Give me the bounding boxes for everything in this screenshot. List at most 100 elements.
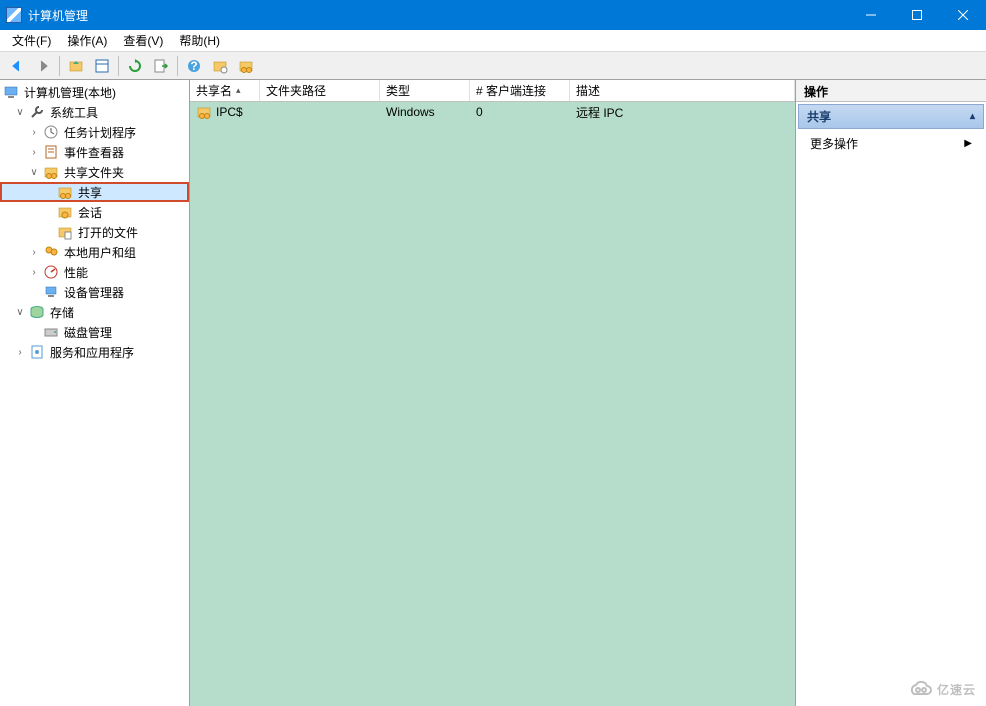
actions-category[interactable]: 共享 ▴ [798,104,984,129]
column-label: 共享名 [196,82,232,99]
collapse-icon[interactable]: ∨ [14,307,26,318]
tree-label: 性能 [62,264,90,281]
cell-name: IPC$ [216,105,243,119]
tree-label: 任务计划程序 [62,124,138,141]
list-header: 共享名 ▴ 文件夹路径 类型 # 客户端连接 描述 [190,80,795,102]
tree-label: 存储 [48,304,76,321]
tree-performance[interactable]: › 性能 [0,262,189,282]
list-body[interactable]: IPC$ Windows 0 远程 IPC [190,102,795,706]
svg-text:?: ? [190,59,197,73]
share-folder-icon [196,104,212,120]
users-icon [43,244,59,260]
column-folder-path[interactable]: 文件夹路径 [260,80,380,101]
tree-device-manager[interactable]: 设备管理器 [0,282,189,302]
submenu-arrow-icon: ▶ [964,138,972,149]
tree-label: 系统工具 [48,104,100,121]
cell-clients: 0 [476,105,483,119]
actions-more-label: 更多操作 [810,135,858,152]
help-button[interactable]: ? [182,54,206,78]
refresh-button[interactable] [123,54,147,78]
collapse-icon[interactable]: ∨ [28,167,40,178]
watermark: 亿速云 [907,680,976,698]
toolbar-separator [177,56,178,76]
collapse-icon[interactable]: ∨ [14,107,26,118]
window-title: 计算机管理 [28,7,848,24]
storage-icon [29,304,45,320]
tools-icon [29,104,45,120]
back-button[interactable] [5,54,29,78]
list-panel: 共享名 ▴ 文件夹路径 类型 # 客户端连接 描述 IPC$ Windows 0 … [190,80,796,706]
toolbar: ? [0,52,986,80]
tree-label: 打开的文件 [76,224,140,241]
properties-button[interactable] [90,54,114,78]
column-client-connections[interactable]: # 客户端连接 [470,80,570,101]
tree-label: 共享文件夹 [62,164,126,181]
tree-storage[interactable]: ∨ 存储 [0,302,189,322]
tree-label: 共享 [76,184,104,201]
computer-icon [3,84,19,100]
collapse-icon: ▴ [970,111,975,122]
disk-icon [43,324,59,340]
sessions-icon [57,204,73,220]
app-icon [6,7,22,23]
column-type[interactable]: 类型 [380,80,470,101]
actions-panel: 操作 共享 ▴ 更多操作 ▶ [796,80,986,706]
menu-file[interactable]: 文件(F) [4,30,59,51]
new-share-button[interactable] [208,54,232,78]
forward-button[interactable] [31,54,55,78]
menubar: 文件(F) 操作(A) 查看(V) 帮助(H) [0,30,986,52]
tree-open-files[interactable]: 打开的文件 [0,222,189,242]
toolbar-separator [59,56,60,76]
tree-label: 会话 [76,204,104,221]
column-description[interactable]: 描述 [570,80,795,101]
column-share-name[interactable]: 共享名 ▴ [190,80,260,101]
tree-task-scheduler[interactable]: › 任务计划程序 [0,122,189,142]
column-label: # 客户端连接 [476,82,546,99]
tree-shared-folders[interactable]: ∨ 共享文件夹 [0,162,189,182]
tree-label: 设备管理器 [62,284,126,301]
shares-icon-button[interactable] [234,54,258,78]
table-row[interactable]: IPC$ Windows 0 远程 IPC [190,102,795,122]
tree-root[interactable]: 计算机管理(本地) [0,82,189,102]
tree-label: 事件查看器 [62,144,126,161]
maximize-button[interactable] [894,0,940,30]
cell-type: Windows [386,105,435,119]
expand-icon[interactable]: › [14,347,26,358]
expand-icon[interactable]: › [28,247,40,258]
menu-action[interactable]: 操作(A) [59,30,115,51]
watermark-text: 亿速云 [937,681,976,698]
export-button[interactable] [149,54,173,78]
expand-icon[interactable]: › [28,147,40,158]
device-icon [43,284,59,300]
tree-local-users[interactable]: › 本地用户和组 [0,242,189,262]
column-label: 类型 [386,82,410,99]
cloud-icon [907,680,933,698]
clock-icon [43,124,59,140]
sort-asc-icon: ▴ [236,85,241,96]
expand-icon[interactable]: › [28,127,40,138]
column-label: 描述 [576,82,600,99]
tree-services-apps[interactable]: ›服务和应用程序 [0,342,189,362]
tree-label: 磁盘管理 [62,324,114,341]
services-icon [29,344,45,360]
minimize-button[interactable] [848,0,894,30]
tree-panel[interactable]: 计算机管理(本地) ∨ 系统工具 › 任务计划程序 › 事件查看器 [0,80,190,706]
tree-label: 本地用户和组 [62,244,138,261]
menu-view[interactable]: 查看(V) [115,30,171,51]
expand-icon[interactable]: › [28,267,40,278]
tree-shares[interactable]: 共享 [0,182,189,202]
actions-header: 操作 [796,80,986,102]
up-button[interactable] [64,54,88,78]
actions-more[interactable]: 更多操作 ▶ [796,131,986,156]
tree-system-tools[interactable]: ∨ 系统工具 [0,102,189,122]
event-icon [43,144,59,160]
tree-sessions[interactable]: 会话 [0,202,189,222]
menu-help[interactable]: 帮助(H) [171,30,228,51]
column-label: 文件夹路径 [266,82,326,99]
content-area: 计算机管理(本地) ∨ 系统工具 › 任务计划程序 › 事件查看器 [0,80,986,706]
close-button[interactable] [940,0,986,30]
shared-folder-icon [43,164,59,180]
tree-disk-management[interactable]: 磁盘管理 [0,322,189,342]
tree-event-viewer[interactable]: › 事件查看器 [0,142,189,162]
shares-icon [57,184,73,200]
